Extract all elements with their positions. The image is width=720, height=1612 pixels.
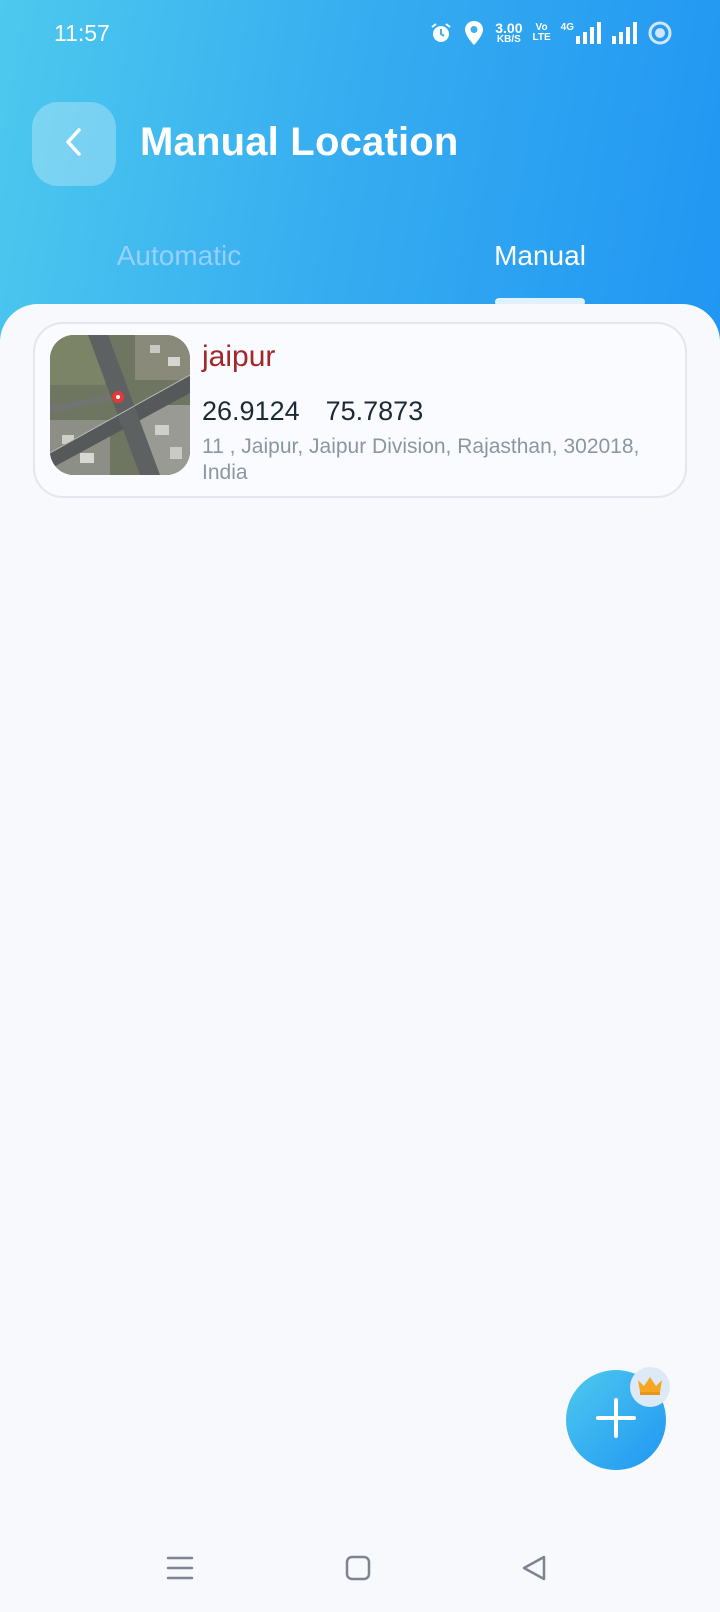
status-time: 11:57 <box>54 20 110 46</box>
chevron-left-icon <box>59 124 89 165</box>
status-bar: 11:57 3.00 KB/S Vo LTE 4G <box>0 0 720 66</box>
network-type: 4G <box>560 22 574 33</box>
back-nav-button[interactable] <box>514 1550 554 1590</box>
tab-automatic[interactable]: Automatic <box>59 240 299 272</box>
map-thumbnail <box>50 335 190 475</box>
latitude-value: 26.9124 <box>202 396 300 426</box>
alarm-icon <box>429 21 453 45</box>
menu-button[interactable] <box>160 1550 200 1590</box>
crown-icon <box>636 1374 664 1401</box>
page-title: Manual Location <box>140 120 459 164</box>
plus-icon <box>594 1396 638 1445</box>
volte-bottom: LTE <box>532 32 551 43</box>
back-triangle-icon <box>520 1554 548 1587</box>
app-header: 11:57 3.00 KB/S Vo LTE 4G Manual Locatio… <box>0 0 720 340</box>
network-speed-value: 3.00 <box>495 20 523 36</box>
location-pin-icon <box>463 20 485 46</box>
home-button[interactable] <box>338 1550 378 1590</box>
circle-status-icon <box>648 21 672 45</box>
location-address: 11 , Jaipur, Jaipur Division, Rajasthan,… <box>202 435 640 484</box>
location-card[interactable]: jaipur 26.9124 75.7873 11 , Jaipur, Jaip… <box>33 322 687 498</box>
signal-icon <box>612 22 638 44</box>
location-coordinates: 26.9124 75.7873 <box>202 396 423 427</box>
status-icons: 3.00 KB/S Vo LTE 4G <box>429 18 672 48</box>
system-nav-bar <box>0 1530 720 1612</box>
volte-indicator: Vo LTE <box>533 23 551 43</box>
longitude-value: 75.7873 <box>325 396 424 426</box>
home-square-icon <box>344 1554 372 1587</box>
menu-icon <box>166 1555 194 1586</box>
tab-manual[interactable]: Manual <box>420 240 660 272</box>
premium-badge <box>630 1367 670 1407</box>
network-speed-unit: KB/S <box>496 34 521 45</box>
back-button[interactable] <box>32 102 116 186</box>
signal-icon: 4G <box>561 22 602 44</box>
network-speed: 3.00 KB/S <box>495 21 522 45</box>
location-name: jaipur <box>202 340 276 373</box>
